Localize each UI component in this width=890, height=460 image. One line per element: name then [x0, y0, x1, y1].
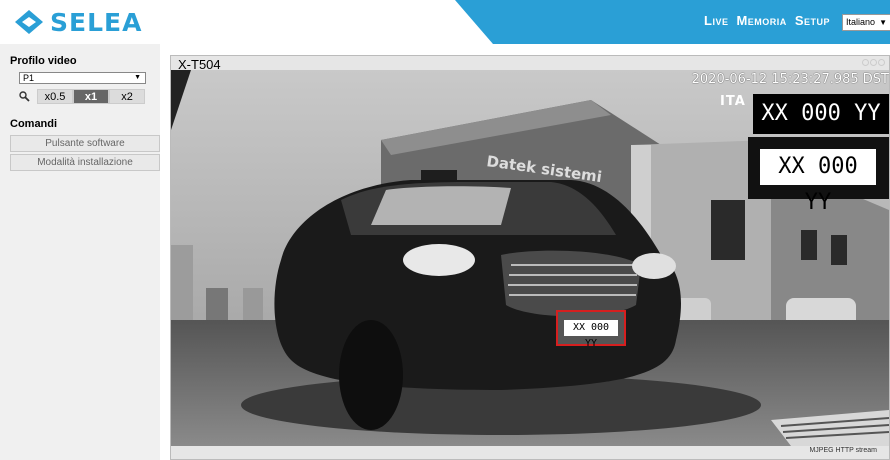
plate-crop-text: XX 000 YY	[760, 149, 876, 215]
viewer-footer: MJPEG HTTP stream	[171, 446, 889, 459]
timestamp-overlay: 2020-06-12 15:23:27.985 DST	[691, 72, 889, 87]
plate-crop: XX 000 YY	[748, 137, 889, 215]
plate-detection-box: XX 000 YY	[556, 310, 626, 349]
nav-live[interactable]: Live	[704, 13, 728, 28]
zoom-x2-button[interactable]: x2	[109, 89, 145, 104]
viewer-controls[interactable]	[862, 59, 885, 66]
country-code: ITA	[720, 94, 746, 109]
zoom-x1-button[interactable]: x1	[73, 89, 109, 104]
video-profile-title: Profilo video	[10, 55, 77, 67]
language-select[interactable]: Italiano ▼	[842, 14, 890, 31]
profile-select[interactable]: P1 ▼	[19, 72, 146, 84]
installation-mode-button[interactable]: Modalità installazione	[10, 154, 160, 171]
chevron-down-icon: ▼	[134, 74, 141, 81]
plate-small-text: XX 000 YY	[564, 320, 618, 349]
header: SELEA Live Memoria Setup Italiano ▼	[0, 0, 890, 44]
magnifier-icon	[19, 89, 37, 104]
commands-title: Comandi	[10, 118, 58, 130]
zoom-x05-button[interactable]: x0.5	[37, 89, 73, 104]
language-label: Italiano	[846, 17, 876, 27]
zoom-control: x0.5 x1 x2	[19, 89, 145, 104]
brand-name: SELEA	[50, 7, 143, 37]
profile-select-value: P1	[23, 73, 35, 83]
nav-setup[interactable]: Setup	[795, 13, 830, 28]
software-trigger-button[interactable]: Pulsante software	[10, 135, 160, 152]
logo: SELEA	[14, 7, 142, 37]
selea-diamond-icon	[15, 10, 43, 34]
nav-memoria[interactable]: Memoria	[736, 13, 786, 28]
chevron-down-icon: ▼	[879, 18, 887, 27]
sidebar	[0, 44, 160, 460]
main-nav: Live Memoria Setup	[704, 13, 830, 28]
video-stream[interactable]: Datek sistemi XX 000 YY 2020-06-12 15:23…	[171, 70, 889, 446]
video-viewer: X-T504 Datek sistemi XX 000 YY 2020-06-1…	[170, 55, 890, 460]
stream-label: MJPEG HTTP stream	[809, 447, 877, 454]
plate-text-overlay: XX 000 YY	[753, 94, 889, 134]
